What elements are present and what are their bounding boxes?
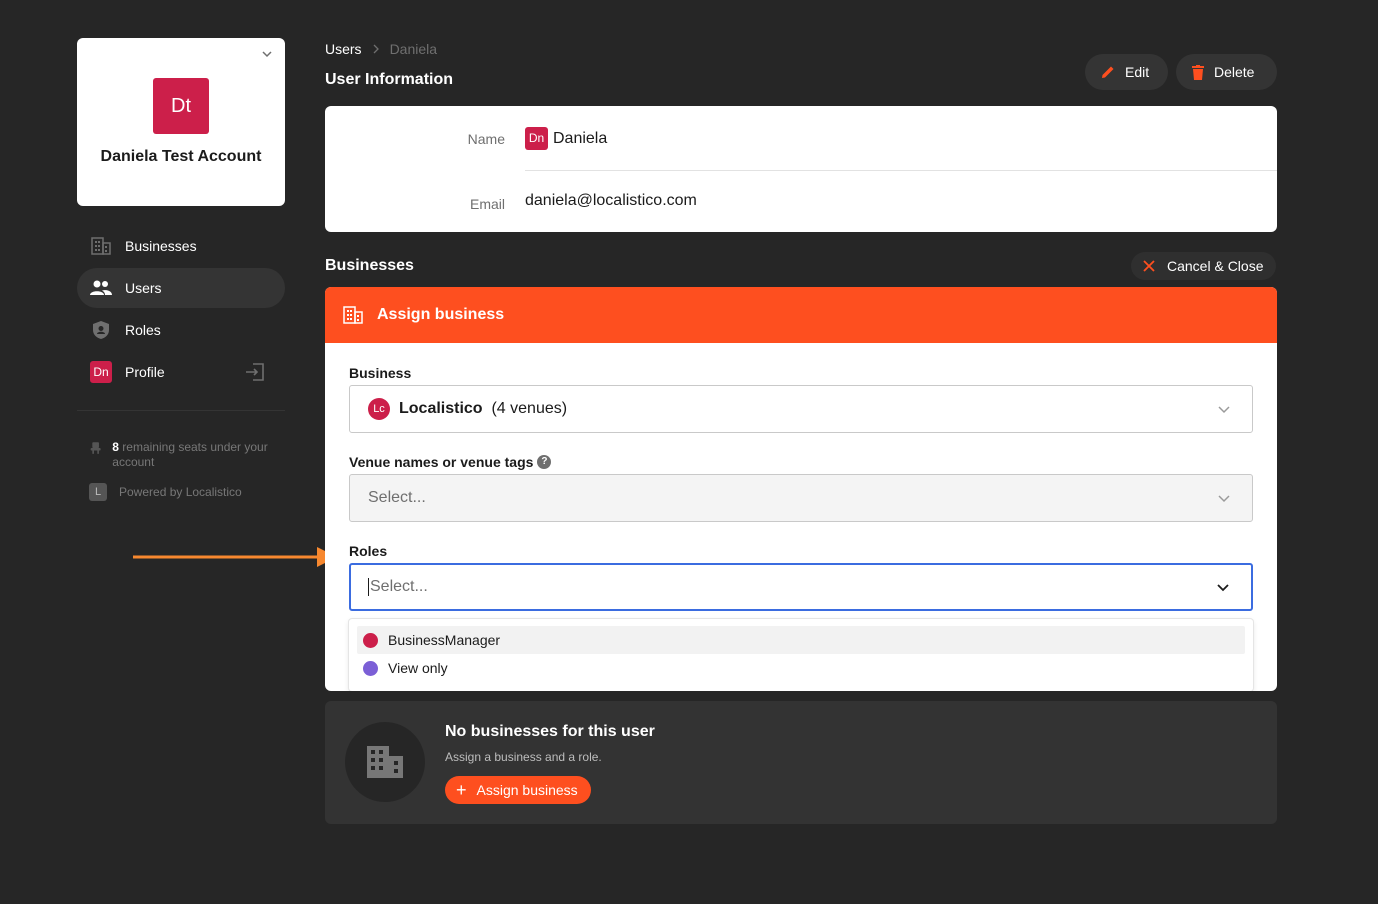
chevron-down-icon[interactable]	[1217, 581, 1229, 593]
empty-state-title: No businesses for this user	[445, 723, 655, 740]
account-name: Daniela Test Account	[100, 148, 262, 165]
breadcrumb-current: Daniela	[389, 41, 438, 57]
close-icon	[1143, 260, 1155, 272]
seats-info: 8 remaining seats under your account	[89, 440, 279, 470]
empty-state-card: No businesses for this user Assign a bus…	[325, 701, 1277, 824]
sidebar-item-label: Businesses	[125, 238, 197, 254]
user-name: Daniela	[553, 129, 608, 147]
chevron-down-icon[interactable]	[261, 48, 273, 60]
roles-field-label: Roles	[349, 543, 388, 559]
role-option-view-only[interactable]: View only	[357, 654, 1245, 682]
email-value: daniela@localistico.com	[525, 192, 697, 209]
role-color-dot	[363, 632, 378, 648]
chevron-right-icon	[373, 44, 379, 54]
business-avatar: Lc	[368, 398, 390, 420]
plus-icon: +	[456, 780, 467, 800]
pencil-icon	[1102, 66, 1114, 78]
account-logo: Dt	[153, 78, 209, 134]
sidebar-item-label: Users	[125, 280, 162, 296]
text-caret	[368, 578, 369, 596]
business-venues: (4 venues)	[491, 400, 568, 417]
shield-icon	[89, 318, 113, 342]
sidebar-item-users[interactable]: Users	[77, 268, 285, 308]
breadcrumb-users-link[interactable]: Users	[325, 41, 362, 57]
empty-state-subtitle: Assign a business and a role.	[445, 750, 602, 764]
business-select[interactable]: Lc Localistico (4 venues)	[349, 385, 1253, 433]
logout-icon[interactable]	[245, 363, 265, 381]
roles-placeholder: Select...	[370, 578, 428, 595]
user-info-title: User Information	[325, 71, 454, 88]
account-switcher[interactable]: Dt Daniela Test Account	[77, 38, 285, 206]
name-label: Name	[467, 131, 505, 147]
cancel-close-button[interactable]: Cancel & Close	[1131, 252, 1276, 280]
info-divider	[525, 170, 1277, 171]
sidebar-divider	[77, 410, 285, 411]
role-color-dot	[363, 660, 378, 676]
trash-icon	[1192, 64, 1204, 80]
sidebar-item-profile[interactable]: Dn Profile	[77, 352, 285, 392]
assign-business-form: Assign business Business Lc Localistico …	[325, 287, 1277, 691]
users-icon	[89, 276, 113, 300]
seats-text: remaining seats under your account	[112, 440, 268, 469]
help-icon[interactable]: ?	[537, 455, 552, 469]
seat-icon	[90, 442, 101, 454]
assign-business-header: Assign business	[325, 287, 1277, 343]
sidebar-item-roles[interactable]: Roles	[77, 310, 285, 350]
business-name: Localistico	[399, 400, 483, 417]
user-avatar: Dn	[525, 127, 548, 150]
chevron-down-icon	[1218, 495, 1230, 503]
seats-count: 8	[112, 440, 119, 454]
roles-dropdown-menu: BusinessManager View only	[349, 619, 1253, 691]
empty-state-illustration	[345, 722, 425, 802]
chevron-down-icon	[1218, 406, 1230, 414]
building-icon	[89, 234, 113, 258]
sidebar-item-businesses[interactable]: Businesses	[77, 226, 285, 266]
email-label: Email	[469, 196, 505, 212]
edit-button[interactable]: Edit	[1085, 54, 1168, 90]
annotation-arrow-icon	[133, 547, 337, 567]
venues-select[interactable]: Select...	[349, 474, 1253, 522]
powered-text: Powered by Localistico	[119, 485, 242, 499]
sidebar-item-label: Roles	[125, 322, 161, 338]
venues-field-label: Venue names or venue tags ?	[349, 454, 552, 470]
businesses-title: Businesses	[325, 257, 414, 274]
profile-avatar: Dn	[89, 360, 113, 384]
building-icon	[343, 306, 363, 324]
sidebar-nav: Businesses Users Roles Dn Profile	[77, 226, 285, 394]
building-icon	[367, 746, 403, 778]
venues-placeholder: Select...	[368, 489, 426, 506]
assign-business-button[interactable]: + Assign business	[445, 776, 591, 804]
assign-business-title: Assign business	[377, 306, 505, 323]
role-option-businessmanager[interactable]: BusinessManager	[357, 626, 1245, 654]
breadcrumb: Users Daniela	[325, 41, 437, 57]
sidebar-item-label: Profile	[125, 364, 165, 380]
name-value: Dn Daniela	[525, 127, 607, 150]
user-info-card: Name Dn Daniela Email daniela@localistic…	[325, 106, 1277, 232]
business-field-label: Business	[349, 365, 412, 381]
roles-select[interactable]: Select...	[349, 563, 1253, 611]
localistico-logo: L	[89, 483, 107, 501]
powered-by: L Powered by Localistico	[89, 483, 242, 501]
delete-button[interactable]: Delete	[1176, 54, 1277, 90]
